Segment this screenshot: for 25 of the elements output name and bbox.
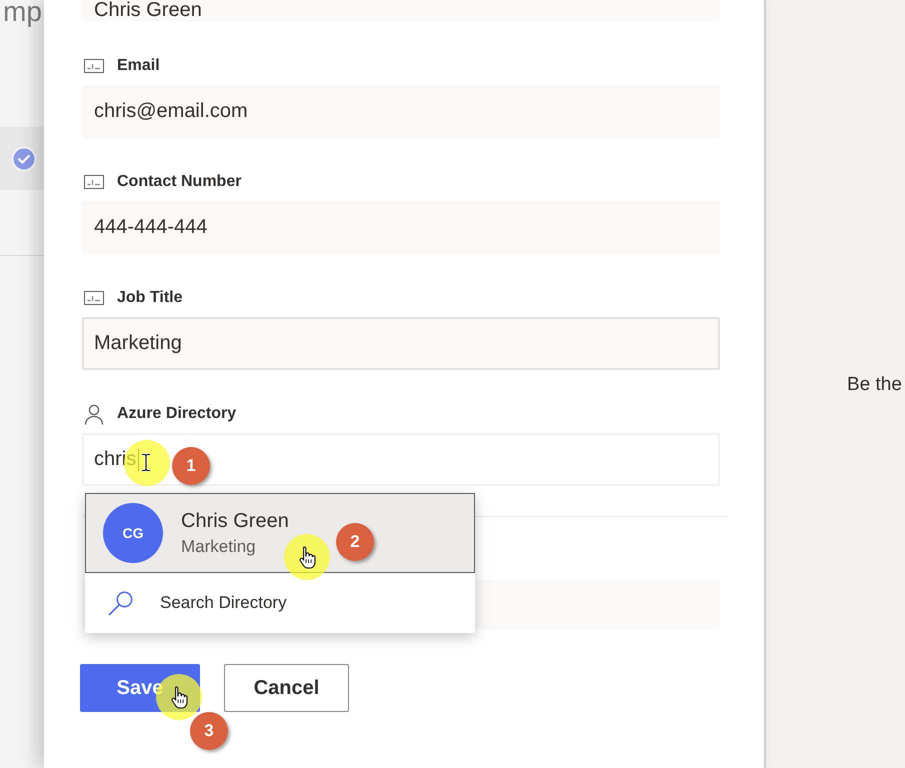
text-field[interactable]: 444-444-444 bbox=[82, 201, 720, 254]
text-field[interactable]: Marketing bbox=[82, 317, 720, 370]
person-icon bbox=[84, 404, 104, 424]
list-row[interactable] bbox=[0, 127, 44, 190]
side-panel-text: Be the bbox=[847, 374, 902, 396]
field-label: Azure Directory bbox=[117, 405, 236, 423]
text-field-icon bbox=[84, 59, 104, 73]
field-label: Email bbox=[117, 57, 160, 75]
person-job-title: Marketing bbox=[181, 536, 257, 557]
cancel-button[interactable]: Cancel bbox=[224, 664, 349, 712]
check-circle-icon bbox=[11, 146, 37, 172]
avatar: CG bbox=[103, 503, 163, 563]
page-title: mp bbox=[3, 0, 42, 27]
text-field[interactable]: Chris Green bbox=[82, 0, 720, 21]
text-field-icon bbox=[84, 175, 104, 189]
field-label: Job Title bbox=[117, 289, 182, 307]
text-field-icon bbox=[84, 291, 104, 305]
hand-cursor-icon bbox=[299, 546, 316, 569]
text-field[interactable]: chris@email.com bbox=[82, 85, 720, 138]
field-label: Contact Number bbox=[117, 173, 242, 191]
person-name: Chris Green bbox=[181, 509, 289, 533]
hand-cursor-icon bbox=[171, 686, 188, 709]
search-icon bbox=[108, 590, 134, 616]
search-directory-option[interactable]: Search Directory bbox=[85, 573, 475, 633]
text-cursor-icon bbox=[141, 453, 151, 472]
